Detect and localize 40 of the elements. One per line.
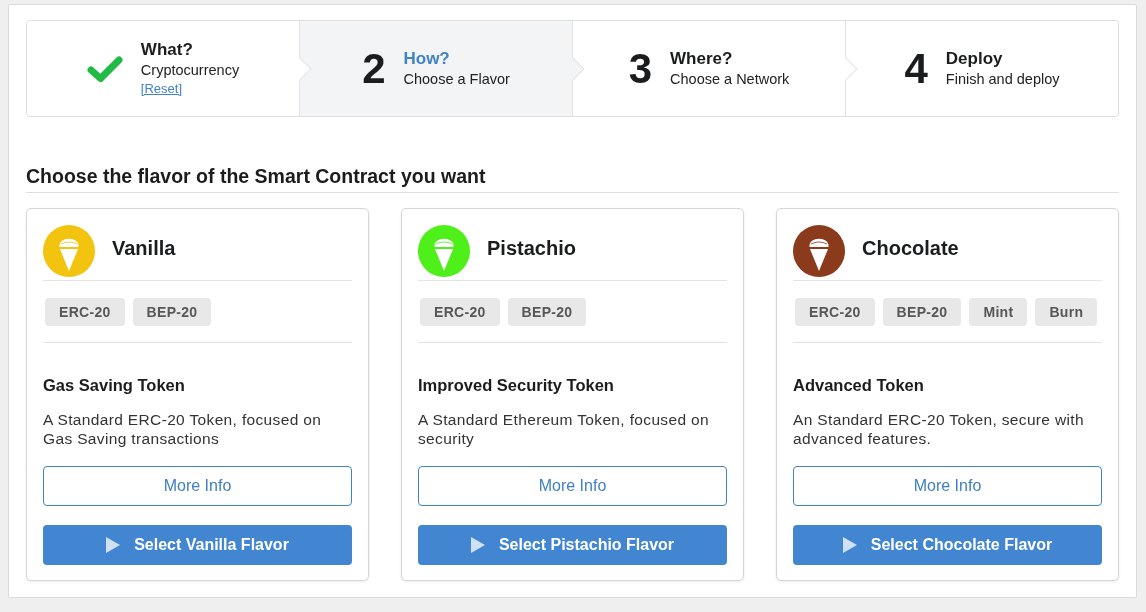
more-info-button[interactable]: More Info — [418, 466, 727, 506]
standard-tag: Mint — [969, 298, 1028, 326]
play-icon — [106, 537, 121, 553]
step-number: 3 — [628, 46, 653, 91]
token-description: A Standard ERC-20 Token, focused on Gas Saving transactions — [43, 410, 323, 448]
step-subtitle: Choose a Flavor — [403, 70, 510, 89]
standard-tag: ERC-20 — [795, 298, 875, 326]
flavor-name: Vanilla — [112, 236, 176, 260]
step-title: How? — [403, 48, 450, 69]
token-title: Improved Security Token — [418, 375, 615, 395]
step-title: Where? — [670, 48, 733, 69]
section-heading: Choose the flavor of the Smart Contract you want — [26, 164, 1119, 193]
select-flavor-button[interactable]: Select Pistachio Flavor — [418, 525, 727, 565]
token-description: An Standard ERC-20 Token, secure with advanced features. — [793, 410, 1085, 448]
flavor-name: Pistachio — [487, 236, 576, 260]
step-title: Deploy — [945, 48, 1003, 69]
standard-tag: Burn — [1035, 298, 1098, 326]
step-subtitle: Choose a Network — [670, 70, 790, 89]
play-icon — [470, 537, 485, 553]
select-flavor-button[interactable]: Select Chocolate Flavor — [793, 525, 1102, 565]
step-number: 4 — [904, 46, 928, 91]
checkmark-icon — [86, 54, 123, 83]
standard-tag: ERC-20 — [420, 298, 500, 326]
standard-tag: BEP-20 — [882, 298, 962, 326]
standard-tag: BEP-20 — [507, 298, 587, 326]
token-title: Advanced Token — [793, 375, 925, 395]
more-info-button[interactable]: More Info — [793, 466, 1102, 506]
select-flavor-button[interactable]: Select Vanilla Flavor — [43, 525, 352, 565]
token-title: Gas Saving Token — [43, 375, 186, 395]
step-subtitle: Cryptocurrency — [140, 61, 240, 80]
token-description: A Standard Ethereum Token, focused on security — [418, 410, 710, 448]
step-title: What? — [140, 39, 193, 60]
more-info-button[interactable]: More Info — [43, 466, 352, 506]
step-number: 2 — [362, 46, 386, 91]
standard-tag: BEP-20 — [132, 298, 212, 326]
play-icon — [842, 537, 857, 553]
flavor-name: Chocolate — [862, 236, 959, 260]
reset-link[interactable]: [Reset] — [140, 80, 183, 98]
standard-tag: ERC-20 — [45, 298, 125, 326]
step-subtitle: Finish and deploy — [945, 70, 1060, 89]
